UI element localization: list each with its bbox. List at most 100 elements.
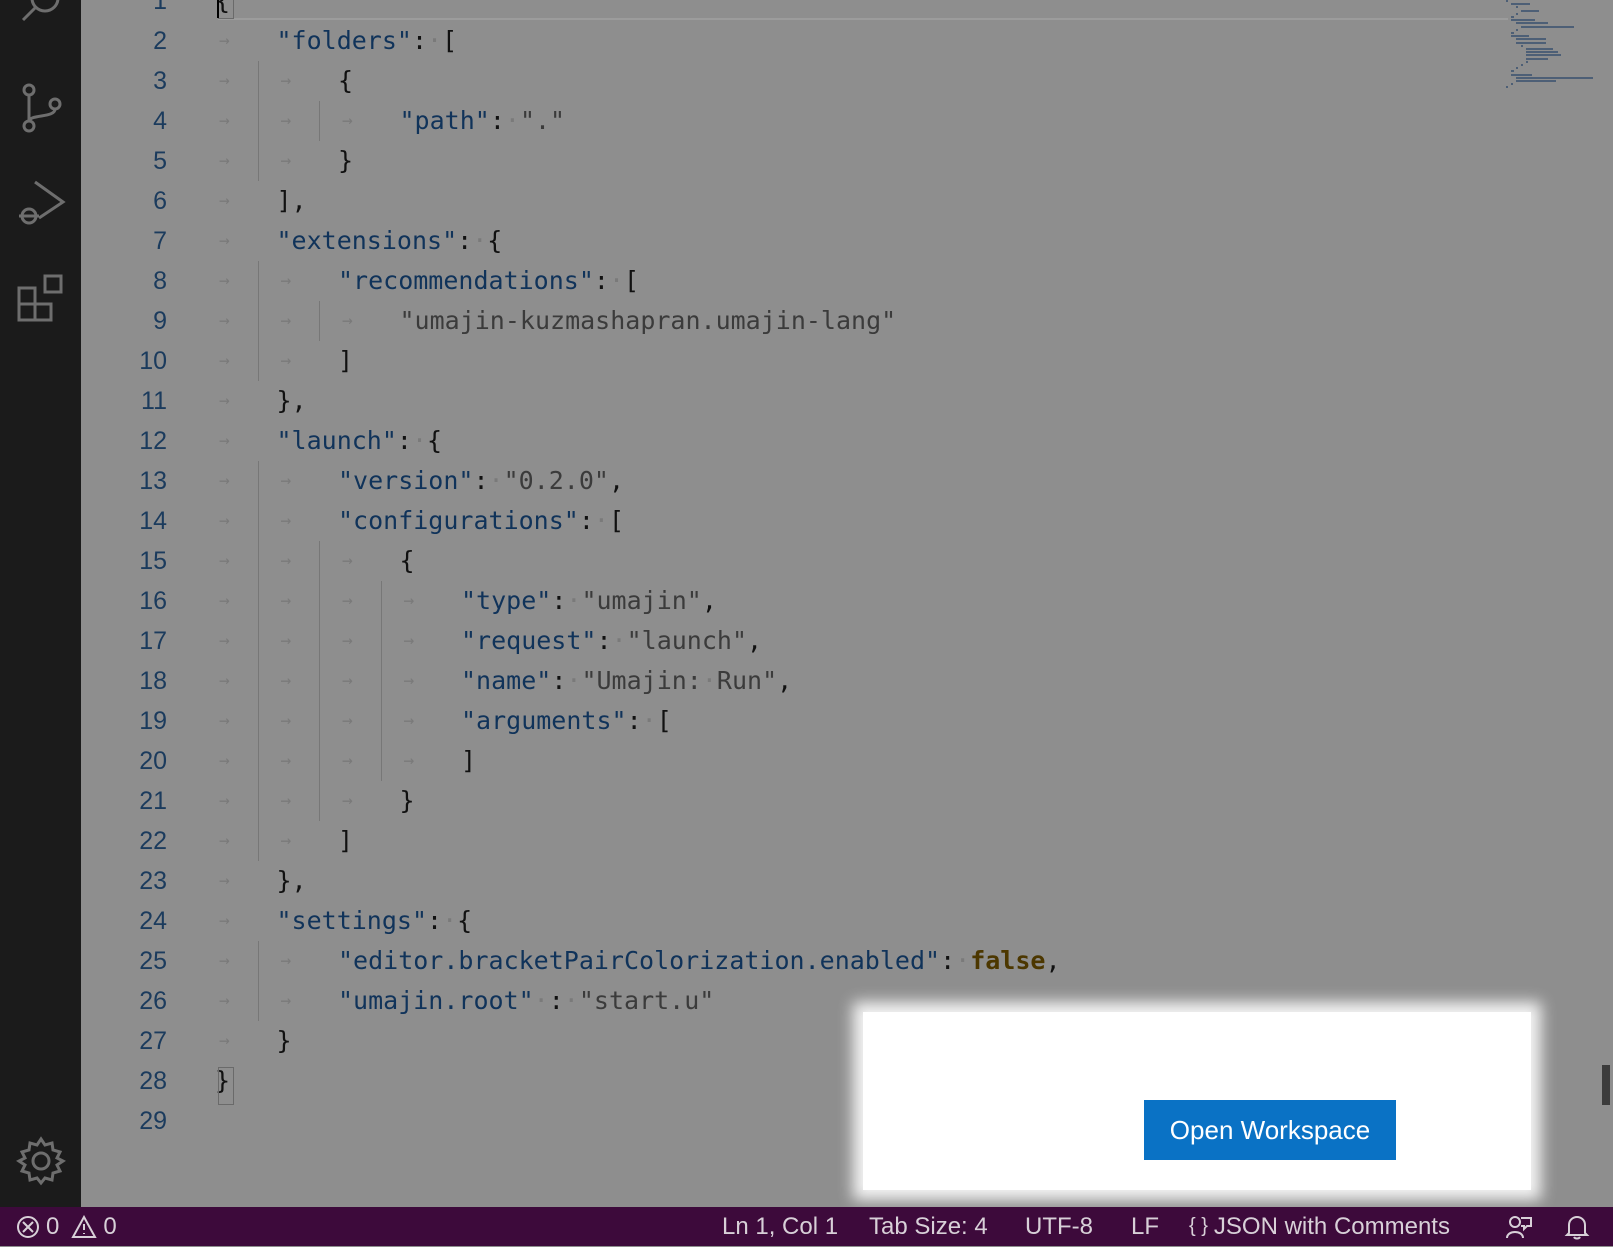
whitespace: · xyxy=(566,586,582,615)
json-punctuation: : xyxy=(578,506,594,535)
tab-whitespace-marker: → xyxy=(219,950,230,971)
code-line: 20 → → → →] xyxy=(81,741,1613,781)
indent-guide xyxy=(257,461,259,501)
code-text: }, xyxy=(277,861,307,901)
code-text: }, xyxy=(277,381,307,421)
tab-whitespace-marker: → xyxy=(280,270,292,291)
tab-whitespace-marker: → xyxy=(342,590,353,611)
json-punctuation: ] xyxy=(338,826,354,855)
minimap-line xyxy=(1526,48,1554,50)
tab-whitespace-marker: → xyxy=(280,470,292,491)
minimap-line xyxy=(1516,22,1548,25)
tab-whitespace-marker: → xyxy=(219,870,230,891)
code-text: "version":·"0.2.0", xyxy=(338,461,624,501)
code-text: "request":·"launch", xyxy=(461,621,762,661)
indent-guide xyxy=(257,261,259,301)
code-text: "folders":·[ xyxy=(277,21,458,61)
json-punctuation: : xyxy=(457,226,473,255)
minimap-line xyxy=(1511,83,1513,86)
code-line: 23 →}, xyxy=(81,861,1613,901)
json-punctuation: ] xyxy=(338,346,354,375)
tab-whitespace-marker: → xyxy=(219,470,230,491)
line-number: 7 xyxy=(153,227,167,255)
search-icon[interactable] xyxy=(0,0,81,30)
extensions-icon[interactable] xyxy=(0,272,81,324)
language-mode[interactable]: { } JSON with Comments xyxy=(1189,1207,1450,1246)
problems-indicator[interactable]: 0 0 xyxy=(16,1207,117,1246)
json-punctuation: : xyxy=(489,106,505,135)
json-punctuation: : xyxy=(626,706,642,735)
settings-gear-icon[interactable] xyxy=(0,1135,81,1187)
tab-whitespace-marker: → xyxy=(342,630,353,651)
indent-guide xyxy=(380,581,382,621)
indent-guide xyxy=(380,741,382,781)
code-line: 5 → →} xyxy=(81,141,1613,181)
json-punctuation: : xyxy=(593,266,609,295)
code-line: 9 → → → "umajin-kuzmashapran.umajin-lang" xyxy=(81,301,1613,341)
code-text: "arguments":·[ xyxy=(461,701,672,741)
tab-whitespace-marker: → xyxy=(219,150,230,171)
code-line: 16 → → → → "type":·"umajin", xyxy=(81,581,1613,621)
line-number: 23 xyxy=(139,867,167,895)
minimap-line xyxy=(1516,67,1518,70)
line-number: 9 xyxy=(153,307,167,335)
indent-guide xyxy=(380,701,382,741)
indent-guide xyxy=(257,101,259,141)
tab-whitespace-marker: → xyxy=(342,790,353,811)
bracket-match-open xyxy=(218,0,234,19)
tab-whitespace-marker: → xyxy=(219,310,230,331)
bracket-match-close xyxy=(218,1067,234,1105)
code-text: } xyxy=(400,781,415,821)
tab-whitespace-marker: → xyxy=(403,750,415,771)
minimap-line xyxy=(1511,35,1529,38)
run-debug-icon[interactable] xyxy=(0,178,81,230)
minimap-line xyxy=(1506,86,1508,89)
minimap-line xyxy=(1516,12,1518,15)
tab-whitespace-marker: → xyxy=(219,110,230,131)
minimap-line xyxy=(1511,16,1515,18)
line-number: 26 xyxy=(139,987,167,1015)
source-control-icon[interactable] xyxy=(0,82,81,134)
indent-guide xyxy=(257,341,259,381)
tab-whitespace-marker: → xyxy=(280,990,292,1011)
indent-guide xyxy=(319,781,320,821)
minimap-line xyxy=(1511,19,1535,22)
indent-guide xyxy=(257,141,259,181)
line-number: 17 xyxy=(139,627,167,655)
line-number: 11 xyxy=(141,387,167,415)
code-line: 22 → →] xyxy=(81,821,1613,861)
cursor-position[interactable]: Ln 1, Col 1 xyxy=(722,1207,838,1246)
error-icon xyxy=(17,1215,39,1238)
whitespace: · xyxy=(472,226,488,255)
tab-whitespace-marker: → xyxy=(280,750,292,771)
whitespace: · xyxy=(955,946,971,975)
code-line: 4 → → → "path":·"." xyxy=(81,101,1613,141)
indent-guide xyxy=(257,701,259,741)
open-workspace-button[interactable]: Open Workspace xyxy=(1144,1100,1396,1160)
end-of-line[interactable]: LF xyxy=(1131,1207,1159,1246)
code-text: "path":·"." xyxy=(400,101,566,141)
line-number: 25 xyxy=(139,947,167,975)
json-string: "." xyxy=(519,106,566,135)
json-punctuation: { xyxy=(338,66,354,95)
notifications-bell-icon[interactable] xyxy=(1564,1207,1590,1246)
tab-whitespace-marker: → xyxy=(219,830,230,851)
json-key: "arguments" xyxy=(461,706,627,735)
minimap[interactable] xyxy=(1506,0,1613,100)
tab-whitespace-marker: → xyxy=(280,110,292,131)
code-line: 19 → → → → "arguments":·[ xyxy=(81,701,1613,741)
scrollbar-thumb[interactable] xyxy=(1602,1065,1610,1105)
feedback-icon[interactable] xyxy=(1505,1207,1533,1246)
tab-whitespace-marker: → xyxy=(280,150,292,171)
tab-whitespace-marker: → xyxy=(342,670,353,691)
tab-whitespace-marker: → xyxy=(280,710,292,731)
json-punctuation: } xyxy=(338,146,354,175)
tab-size[interactable]: Tab Size: 4 xyxy=(869,1207,988,1246)
minimap-line xyxy=(1516,6,1518,9)
code-line: 14 → → "configurations":·[ xyxy=(81,501,1613,541)
encoding[interactable]: UTF-8 xyxy=(1025,1207,1093,1246)
code-lines: 1{2 → "folders":·[3 → →{4 → → → "path":·"." 5 → →} 6… xyxy=(81,0,1613,1141)
whitespace: · xyxy=(488,466,504,495)
code-text: } xyxy=(277,1021,292,1061)
whitespace: · xyxy=(563,986,579,1015)
